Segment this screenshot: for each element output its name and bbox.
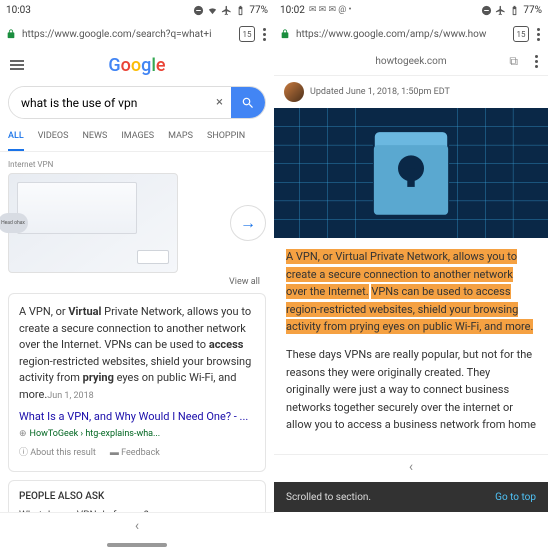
address-bar[interactable]: https://www.google.com/search?q=what+i 1… (0, 20, 274, 48)
google-logo: Google (108, 55, 165, 76)
result-link[interactable]: What Is a VPN, and Why Would I Need One?… (19, 409, 255, 426)
status-bar: 10:02 ✉ ✉ ✉ @ • 77% (274, 0, 548, 20)
notif-icons: ✉ ✉ ✉ @ • (309, 5, 352, 15)
address-bar[interactable]: https://www.google.com/amp/s/www.how 15 (274, 20, 548, 48)
tab-all[interactable]: ALL (8, 123, 24, 151)
cloud-badge: Head ohax (0, 213, 28, 233)
hero-image (274, 108, 548, 238)
tab-shopping[interactable]: SHOPPIN (207, 123, 245, 151)
search-button[interactable] (231, 87, 265, 118)
result-cite: HowToGeek › htg-explains-wha... (19, 428, 255, 442)
search-box: × (8, 86, 266, 119)
search-tabs: ALL VIDEOS NEWS IMAGES MAPS SHOPPIN (0, 123, 274, 152)
tab-maps[interactable]: MAPS (168, 123, 193, 151)
airplane-icon (495, 5, 506, 16)
author-avatar (284, 82, 304, 102)
lock-icon (280, 29, 290, 39)
clock: 10:02 (280, 5, 305, 16)
phone-left: 10:03 77% https://www.google.com/search?… (0, 0, 274, 552)
status-bar: 10:03 77% (0, 0, 274, 20)
url-text: https://www.google.com/amp/s/www.how (296, 29, 507, 40)
scroll-toast: Scrolled to section. Go to top (274, 482, 548, 512)
about-result[interactable]: ⓘ About this result (19, 447, 96, 461)
battery-pct: 77% (523, 5, 542, 16)
tab-videos[interactable]: VIDEOS (38, 123, 69, 151)
go-to-top[interactable]: Go to top (495, 492, 536, 503)
status-icons: 77% (481, 5, 542, 16)
battery-icon (235, 5, 246, 16)
status-icons: 77% (193, 5, 268, 16)
tabs-button[interactable]: 15 (513, 26, 529, 42)
tab-news[interactable]: NEWS (82, 123, 107, 151)
lock-icon (6, 29, 16, 39)
link-icon[interactable]: ⧉ (509, 54, 518, 69)
clear-icon[interactable]: × (208, 87, 231, 118)
amp-header: howtogeek.com ⧉ (274, 48, 548, 76)
search-input[interactable] (9, 87, 208, 118)
people-also-ask: PEOPLE ALSO ASK What does a VPN do for y… (8, 480, 266, 513)
wifi-icon (207, 5, 218, 16)
overflow-menu[interactable] (261, 26, 268, 43)
home-gesture[interactable] (0, 538, 274, 552)
byline: Updated June 1, 2018, 1:50pm EDT (274, 76, 548, 108)
carousel-next[interactable]: → (230, 205, 266, 241)
clock: 10:03 (6, 5, 31, 16)
nav-back[interactable]: ‹ (0, 512, 274, 538)
featured-snippet: A VPN, or Virtual Private Network, allow… (8, 293, 266, 472)
feedback-link[interactable]: ▬ Feedback (110, 447, 160, 461)
results: Internet VPN Head ohax → View all A VPN,… (0, 152, 274, 512)
overflow-menu[interactable] (535, 26, 542, 43)
article-body: A VPN, or Virtual Private Network, allow… (274, 238, 548, 454)
carousel-label: Internet VPN (8, 160, 266, 169)
phone-right: 10:02 ✉ ✉ ✉ @ • 77% https://www.google.c… (274, 0, 548, 552)
article-paragraph: These days VPNs are really popular, but … (286, 346, 536, 434)
battery-icon (509, 5, 520, 16)
tab-images[interactable]: IMAGES (121, 123, 154, 151)
view-all-link[interactable]: View all (14, 277, 260, 287)
preview-image[interactable] (8, 173, 178, 273)
amp-menu[interactable] (533, 53, 540, 70)
url-text: https://www.google.com/search?q=what+i (22, 29, 233, 40)
hamburger-icon[interactable] (10, 58, 24, 72)
airplane-icon (221, 5, 232, 16)
image-carousel[interactable]: Head ohax → (8, 173, 266, 273)
nav-back[interactable]: ‹ (274, 454, 548, 480)
dnd-icon (193, 5, 204, 16)
battery-pct: 77% (249, 5, 268, 16)
dnd-icon (481, 5, 492, 16)
google-header: Google (0, 48, 274, 82)
tabs-button[interactable]: 15 (239, 26, 255, 42)
